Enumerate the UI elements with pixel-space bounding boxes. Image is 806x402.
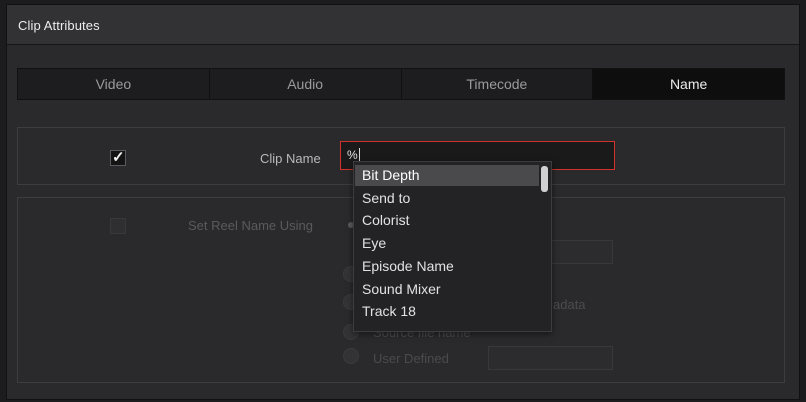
dropdown-item[interactable]: Send to [355,188,539,209]
dropdown-item[interactable]: Sound Mixer [355,279,539,300]
tab-audio[interactable]: Audio [210,69,402,99]
dropdown-item[interactable]: Colorist [355,210,539,231]
clip-name-value: % [347,148,358,162]
reel-name-checkbox[interactable] [110,218,126,234]
clip-name-checkbox[interactable]: ✓ [110,149,126,166]
metadata-autocomplete-dropdown[interactable]: Bit Depth Send to Colorist Eye Episode N… [353,161,552,332]
tab-name[interactable]: Name [593,69,784,99]
reel-option-user-label: User Defined [373,351,449,366]
dropdown-item-selected[interactable]: Bit Depth [355,165,539,186]
checkmark-icon: ✓ [112,149,125,166]
dropdown-item[interactable]: Eye [355,233,539,254]
reel-option-metadata-label: adata [553,297,586,312]
user-defined-input[interactable] [488,346,613,370]
window-title: Clip Attributes [18,18,100,33]
dropdown-scrollbar-thumb[interactable] [541,166,548,192]
reel-option-radio-user[interactable] [343,348,359,364]
tab-video[interactable]: Video [18,69,210,99]
dropdown-item[interactable]: Track 18 [355,301,539,322]
tab-timecode[interactable]: Timecode [402,69,594,99]
clip-name-label: Clip Name [260,151,321,166]
dropdown-item[interactable]: Episode Name [355,256,539,277]
title-bar: Clip Attributes [7,5,799,45]
set-reel-name-label: Set Reel Name Using [188,218,313,233]
attribute-tabs: Video Audio Timecode Name [17,68,785,100]
